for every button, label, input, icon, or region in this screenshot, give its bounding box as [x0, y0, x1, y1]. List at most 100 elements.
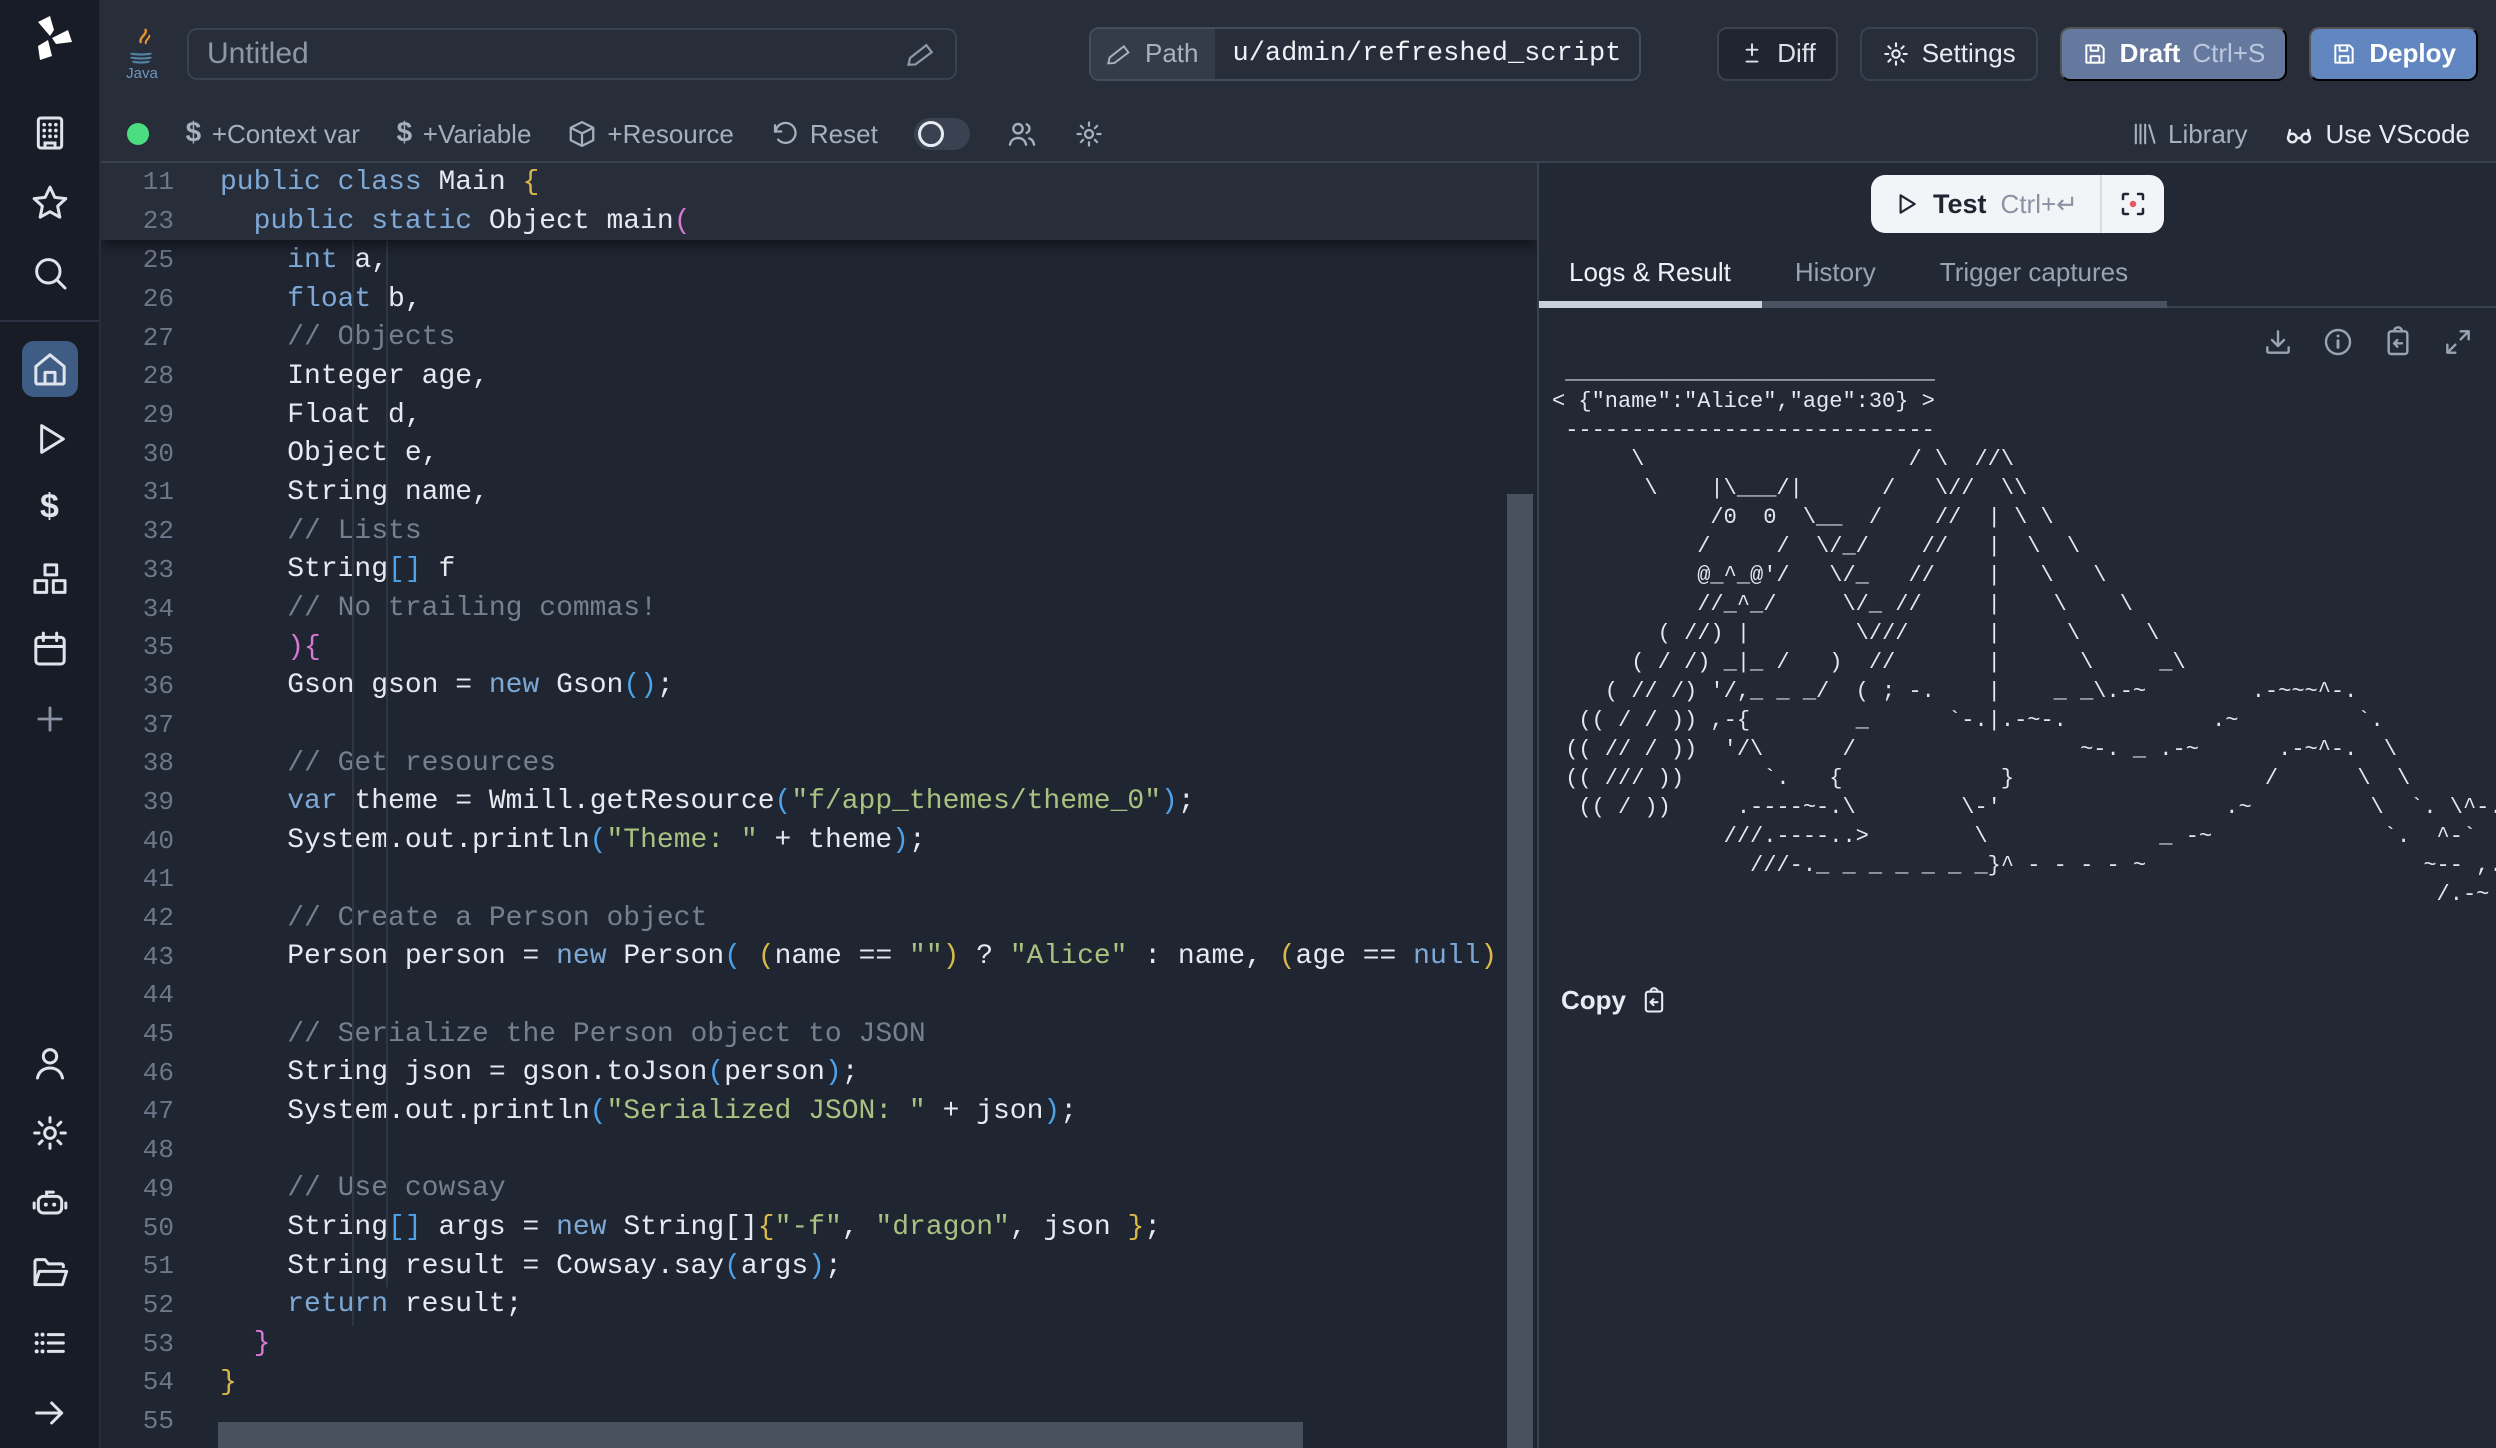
language-status-dot — [127, 123, 149, 145]
add-resource-button[interactable]: +Resource — [567, 119, 733, 150]
add-variable-label: +Variable — [423, 119, 532, 150]
use-vscode-button[interactable]: Use VScode — [2283, 118, 2470, 150]
line-number: 46 — [101, 1058, 174, 1088]
multiplayer-button[interactable] — [1006, 118, 1038, 150]
code-line[interactable]: 33 String[] f — [101, 551, 1537, 590]
code-line[interactable]: 26 float b, — [101, 280, 1537, 319]
sidebar-item-add[interactable] — [22, 691, 78, 747]
reset-label: Reset — [810, 119, 878, 150]
library-button[interactable]: Library — [2130, 119, 2247, 150]
code-line[interactable]: 41 — [101, 860, 1537, 899]
code-line[interactable]: 35 ){ — [101, 628, 1537, 667]
sidebar-item-folders[interactable] — [22, 1245, 78, 1301]
sidebar-item-logs[interactable] — [22, 1315, 78, 1371]
library-icon — [2130, 120, 2158, 148]
code-line[interactable]: 36 Gson gson = new Gson(); — [101, 667, 1537, 706]
code-line[interactable]: 50 String[] args = new String[]{"-f", "d… — [101, 1208, 1537, 1247]
tab-history[interactable]: History — [1795, 257, 1876, 288]
horizontal-scrollbar[interactable] — [218, 1422, 1303, 1448]
sidebar-item-variables[interactable]: $ — [22, 481, 78, 537]
add-variable-button[interactable]: $ +Variable — [396, 119, 531, 150]
code-line[interactable]: 25 int a, — [101, 241, 1537, 280]
sidebar-item-account[interactable] — [22, 1035, 78, 1091]
settings-button[interactable]: Settings — [1860, 27, 2038, 81]
sidebar-item-favorites[interactable] — [22, 175, 78, 231]
arrow-right-icon — [30, 1393, 70, 1433]
line-number: 31 — [101, 477, 174, 507]
assistant-toggle[interactable] — [914, 118, 970, 150]
editor-settings-button[interactable] — [1074, 119, 1104, 149]
code-line[interactable]: 38 // Get resources — [101, 744, 1537, 783]
line-number: 51 — [101, 1251, 174, 1281]
java-language-icon: Java — [119, 25, 165, 83]
code-line[interactable]: 39 var theme = Wmill.getResource("f/app_… — [101, 783, 1537, 822]
code-line[interactable]: 52 return result; — [101, 1286, 1537, 1325]
line-number: 41 — [101, 864, 174, 894]
code-line[interactable]: 37 — [101, 705, 1537, 744]
sidebar-item-schedules[interactable] — [22, 621, 78, 677]
code-line[interactable]: 46 String json = gson.toJson(person); — [101, 1053, 1537, 1092]
code-editor[interactable]: 25 int a,26 float b,27 // Objects28 Inte… — [101, 163, 1537, 1448]
deploy-button[interactable]: Deploy — [2309, 27, 2478, 81]
line-number: 54 — [101, 1367, 174, 1397]
script-summary-input[interactable]: Untitled — [187, 28, 957, 80]
code-line[interactable]: 44 — [101, 976, 1537, 1015]
code-line[interactable]: 48 — [101, 1131, 1537, 1170]
path-editor[interactable]: Path u/admin/refreshed_script — [1089, 27, 1641, 81]
code-line[interactable]: 51 String result = Cowsay.say(args); — [101, 1247, 1537, 1286]
settings-label: Settings — [1922, 38, 2016, 69]
code-line[interactable]: 53 } — [101, 1324, 1537, 1363]
download-icon[interactable] — [2262, 326, 2294, 358]
expand-icon[interactable] — [2442, 326, 2474, 358]
code-line[interactable]: 29 Float d, — [101, 396, 1537, 435]
windmill-logo-icon[interactable] — [26, 14, 74, 62]
sidebar-item-resources[interactable] — [22, 551, 78, 607]
diff-button[interactable]: Diff — [1717, 27, 1838, 81]
sidebar-item-home[interactable] — [22, 341, 78, 397]
test-button[interactable]: Test Ctrl+↵ — [1871, 189, 2100, 220]
path-label-segment[interactable]: Path — [1091, 29, 1215, 79]
code-line[interactable]: 43 Person person = new Person( (name == … — [101, 937, 1537, 976]
folder-icon — [30, 1253, 70, 1293]
copy-result-button[interactable]: Copy — [1561, 985, 1668, 1016]
calendar-icon — [30, 629, 70, 669]
code-line[interactable]: 45 // Serialize the Person object to JSO… — [101, 1015, 1537, 1054]
tab-scroll-indicator[interactable] — [1762, 301, 2167, 308]
code-line[interactable]: 30 Object e, — [101, 434, 1537, 473]
clipboard-import-icon[interactable] — [2382, 326, 2414, 358]
code-line[interactable]: 31 String name, — [101, 473, 1537, 512]
sidebar-item-workers[interactable] — [22, 1175, 78, 1231]
info-icon[interactable] — [2322, 326, 2354, 358]
diff-label: Diff — [1777, 38, 1816, 69]
sidebar-collapse[interactable] — [22, 1385, 78, 1441]
draft-button[interactable]: Draft Ctrl+S — [2060, 27, 2288, 81]
code-line[interactable]: 28 Integer age, — [101, 357, 1537, 396]
add-context-var-button[interactable]: $ +Context var — [185, 119, 360, 150]
code-line[interactable]: 32 // Lists — [101, 512, 1537, 551]
vertical-scrollbar[interactable] — [1507, 494, 1533, 1448]
line-number: 49 — [101, 1174, 174, 1204]
tab-logs-result[interactable]: Logs & Result — [1569, 257, 1731, 288]
capture-button[interactable] — [2102, 175, 2164, 233]
code-line[interactable]: 47 System.out.println("Serialized JSON: … — [101, 1092, 1537, 1131]
sidebar-item-runs[interactable] — [22, 411, 78, 467]
tab-trigger-captures[interactable]: Trigger captures — [1940, 257, 2128, 288]
rail-divider — [0, 320, 100, 322]
reset-button[interactable]: Reset — [770, 119, 878, 150]
code-line[interactable]: 34 // No trailing commas! — [101, 589, 1537, 628]
code-line[interactable]: 54} — [101, 1363, 1537, 1402]
use-vscode-label: Use VScode — [2325, 119, 2470, 150]
indent-guide — [352, 241, 354, 1326]
code-line[interactable]: 49 // Use cowsay — [101, 1170, 1537, 1209]
line-number: 23 — [101, 206, 174, 236]
clipboard-icon — [1640, 987, 1668, 1015]
dollar-icon: $ — [396, 119, 413, 150]
code-line[interactable]: 27 // Objects — [101, 318, 1537, 357]
sidebar-item-search[interactable] — [22, 245, 78, 301]
code-line[interactable]: 42 // Create a Person object — [101, 899, 1537, 938]
code-line[interactable]: 40 System.out.println("Theme: " + theme)… — [101, 821, 1537, 860]
sidebar-item-workspace[interactable] — [22, 105, 78, 161]
code-line[interactable]: 23 public static Object main( — [101, 202, 1537, 241]
code-line[interactable]: 11public class Main { — [101, 163, 1537, 202]
sidebar-item-settings[interactable] — [22, 1105, 78, 1161]
